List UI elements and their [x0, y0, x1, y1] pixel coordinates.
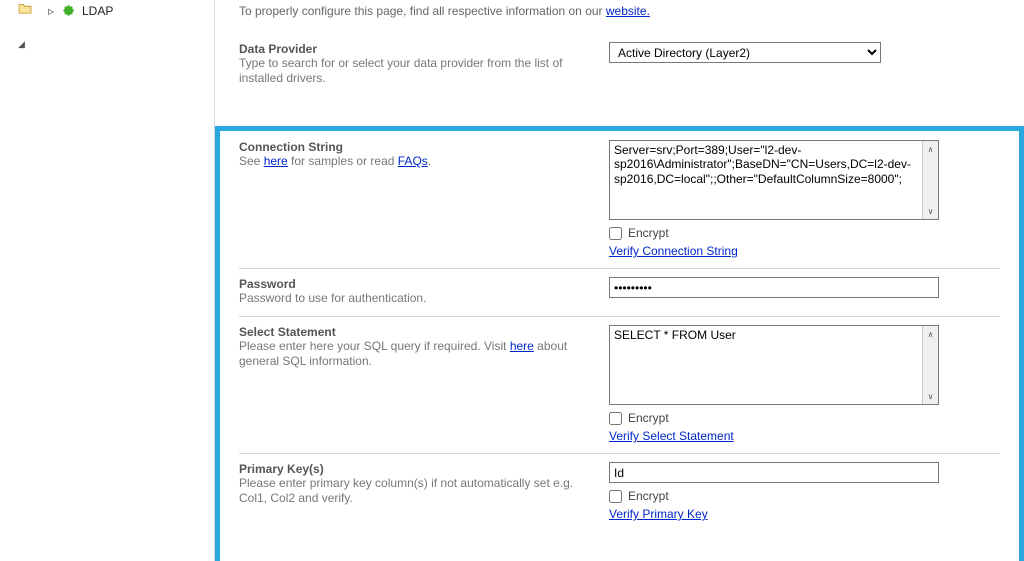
puzzle-icon [62, 3, 76, 20]
verify-primary-key-link[interactable]: Verify Primary Key [609, 507, 708, 521]
connection-string-help: See here for samples or read FAQs. [239, 154, 589, 169]
row-connection-string: Connection String See here for samples o… [239, 136, 1000, 269]
website-link[interactable]: website. [606, 4, 650, 18]
scroll-up-icon[interactable]: ∧ [923, 141, 938, 157]
connection-string-title: Connection String [239, 140, 589, 154]
encrypt-pk-row[interactable]: Encrypt [609, 489, 1000, 503]
password-input[interactable] [609, 277, 939, 298]
page-hint: To properly configure this page, find al… [239, 0, 1000, 38]
scroll-down-icon[interactable]: ∨ [923, 203, 938, 219]
sidebar: ▹ LDAP ◢ [0, 0, 214, 561]
encrypt-select-row[interactable]: Encrypt [609, 411, 1000, 425]
row-password: Password Password to use for authenticat… [239, 273, 1000, 317]
main-panel: To properly configure this page, find al… [215, 0, 1024, 561]
sidebar-item-label: LDAP [82, 4, 113, 18]
primary-key-input[interactable] [609, 462, 939, 483]
scroll-down-icon[interactable]: ∨ [923, 388, 938, 404]
textarea-scrollbar[interactable]: ∧ ∨ [922, 326, 938, 404]
select-statement-title: Select Statement [239, 325, 589, 339]
connection-string-input[interactable] [610, 141, 922, 219]
tree-expand-icon[interactable]: ▹ [48, 4, 56, 18]
encrypt-label: Encrypt [628, 226, 669, 240]
verify-select-link[interactable]: Verify Select Statement [609, 429, 734, 443]
row-data-provider: Data Provider Type to search for or sele… [239, 38, 1000, 94]
scroll-up-icon[interactable]: ∧ [923, 326, 938, 342]
tree-collapse-icon[interactable]: ◢ [4, 36, 214, 50]
encrypt-label: Encrypt [628, 489, 669, 503]
data-provider-title: Data Provider [239, 42, 589, 56]
primary-key-help: Please enter primary key column(s) if no… [239, 476, 589, 506]
encrypt-conn-row[interactable]: Encrypt [609, 226, 1000, 240]
row-primary-key: Primary Key(s) Please enter primary key … [239, 458, 1000, 521]
samples-link[interactable]: here [264, 154, 288, 168]
sidebar-item-ldap[interactable]: ▹ LDAP [4, 2, 214, 20]
data-provider-help: Type to search for or select your data p… [239, 56, 589, 86]
encrypt-primary-key-checkbox[interactable] [609, 490, 622, 503]
select-statement-input[interactable] [610, 326, 922, 404]
encrypt-select-checkbox[interactable] [609, 412, 622, 425]
primary-key-title: Primary Key(s) [239, 462, 589, 476]
encrypt-connection-checkbox[interactable] [609, 227, 622, 240]
faqs-link[interactable]: FAQs [398, 154, 428, 168]
folder-icon [18, 2, 32, 17]
textarea-scrollbar[interactable]: ∧ ∨ [922, 141, 938, 219]
select-statement-help: Please enter here your SQL query if requ… [239, 339, 589, 369]
sql-info-link[interactable]: here [510, 339, 534, 353]
row-select-statement: Select Statement Please enter here your … [239, 321, 1000, 454]
password-help: Password to use for authentication. [239, 291, 589, 306]
password-title: Password [239, 277, 589, 291]
verify-connection-link[interactable]: Verify Connection String [609, 244, 738, 258]
encrypt-label: Encrypt [628, 411, 669, 425]
data-provider-select[interactable]: Active Directory (Layer2) [609, 42, 881, 63]
